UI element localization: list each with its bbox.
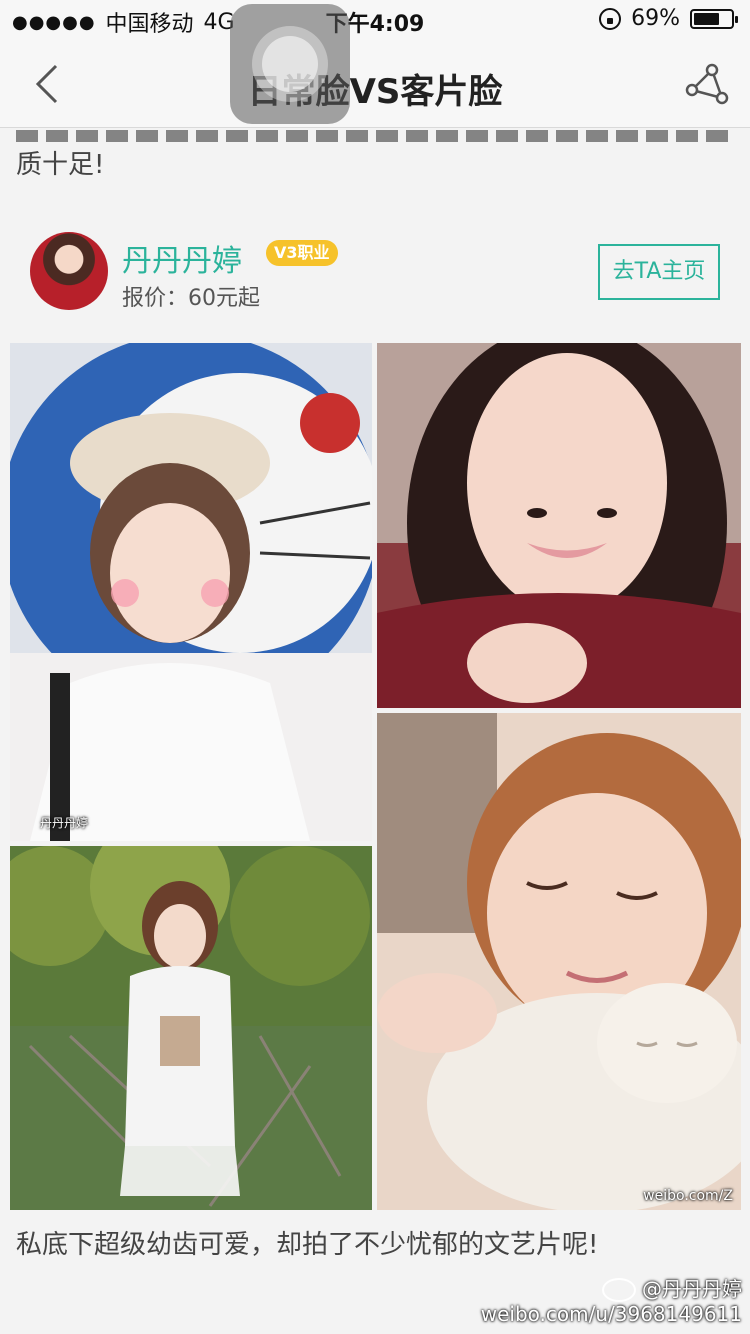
watermark-handle-row: @丹丹丹婷: [481, 1273, 742, 1302]
assistive-touch-core: [262, 36, 318, 92]
weibo-watermark: @丹丹丹婷 weibo.com/u/3968149611: [481, 1273, 742, 1327]
price-label: 报价：60元起: [122, 286, 260, 311]
battery-fill: [694, 12, 719, 25]
avatar[interactable]: [30, 232, 108, 310]
intro-cut-line: [16, 130, 736, 144]
photo-caption: 私底下超级幼齿可爱，却拍了不少忧郁的文艺片呢!: [16, 1230, 599, 1260]
share-icon[interactable]: [682, 60, 730, 108]
visit-profile-button[interactable]: 去TA主页: [598, 244, 720, 300]
photo-stamp: 丹丹丹婷: [40, 816, 89, 830]
photo-garden-portrait[interactable]: [10, 846, 372, 1210]
intro-text-tail: 质十足!: [16, 150, 105, 180]
photo-garden-image: [10, 846, 372, 1210]
weibo-logo-icon: [602, 1278, 636, 1302]
watermark-url: weibo.com/u/3968149611: [480, 1302, 742, 1326]
page-title: 日常脸VS客片脸: [247, 72, 503, 112]
status-right: 69%: [599, 6, 738, 31]
battery-percent: 69%: [631, 6, 680, 31]
rotation-lock-icon: [599, 7, 622, 30]
photographer-profile: 丹丹丹婷 V3职业 报价：60元起 去TA主页: [30, 232, 730, 312]
photo-cat-image: [377, 713, 741, 1210]
photo-cat-cuddle[interactable]: weibo.com/Z: [377, 713, 741, 1210]
photo-doraemon-selfie[interactable]: 丹丹丹婷: [10, 343, 372, 841]
status-bar: ●●●●● 中国移动 4G 下午4:09 69%: [0, 0, 750, 40]
photo-dark-hair-selfie[interactable]: [377, 343, 741, 708]
nav-bar: 日常脸VS客片脸: [0, 40, 750, 128]
vip-badge: V3职业: [266, 240, 338, 266]
photo-doraemon-image: [10, 343, 372, 841]
photo-dark-hair-image: [377, 343, 741, 708]
watermark-handle: @丹丹丹婷: [642, 1276, 742, 1301]
battery-icon: [690, 8, 738, 29]
intro-text: 质十足!: [16, 130, 736, 186]
assistive-touch-button[interactable]: [230, 4, 350, 124]
photographer-name[interactable]: 丹丹丹婷: [122, 236, 242, 280]
photo-stamp: weibo.com/Z: [643, 1188, 733, 1204]
